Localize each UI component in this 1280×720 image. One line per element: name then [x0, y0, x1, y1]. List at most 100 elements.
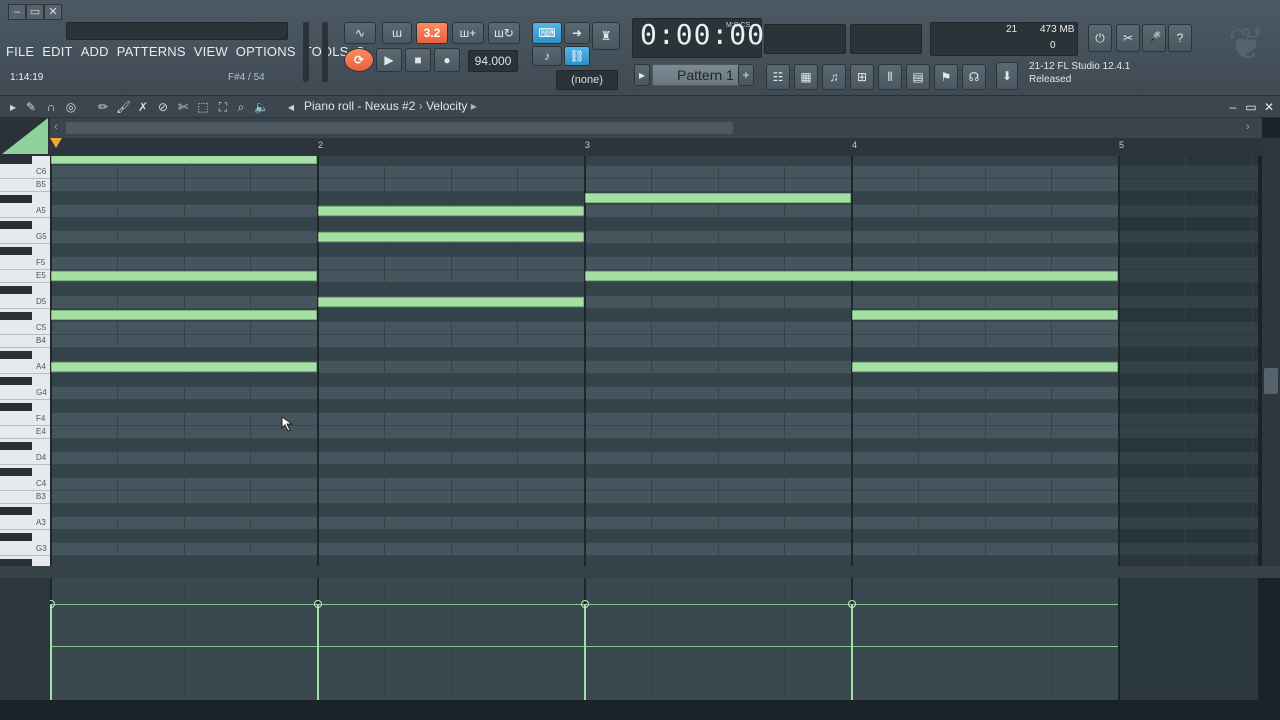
midi-note[interactable] [852, 310, 1118, 320]
pitch-lane[interactable] [50, 530, 1258, 543]
velocity-handle[interactable] [848, 600, 856, 608]
blend-icon[interactable]: ш+ [452, 22, 484, 44]
pencil-icon[interactable]: ✏ [96, 100, 110, 114]
stop-button[interactable]: ■ [405, 48, 431, 72]
pitch-lane[interactable] [50, 491, 1258, 504]
help-icon[interactable]: ? [1168, 24, 1192, 52]
menu-patterns[interactable]: PATTERNS [117, 44, 186, 62]
slice-icon[interactable]: ✄ [176, 100, 190, 114]
midi-note[interactable] [318, 297, 584, 307]
step-edit-icon[interactable]: ➜ [564, 22, 590, 44]
step-sequencer-icon[interactable]: ▦ [794, 64, 818, 90]
midi-note[interactable] [318, 232, 584, 242]
piano-keyboard[interactable]: C6 B5 A5 G5 F5 E5 D5 C5 B4 A4 G4 F4 E4 D4 C4 B3 A3 G3 [0, 156, 50, 582]
midi-note[interactable] [585, 193, 851, 203]
pitch-lane[interactable] [50, 504, 1258, 517]
mute-icon[interactable]: ⊘ [156, 100, 170, 114]
pitch-lane[interactable] [50, 322, 1258, 335]
pitch-lane[interactable] [50, 413, 1258, 426]
pitch-lane[interactable] [50, 283, 1258, 296]
wrench-icon[interactable]: ✎ [24, 100, 38, 114]
link-icon[interactable]: ⛓ [564, 46, 590, 66]
menu-options[interactable]: OPTIONS [236, 44, 296, 62]
vertical-scrollbar[interactable] [1262, 138, 1280, 568]
pitch-lane[interactable] [50, 205, 1258, 218]
pitch-lane[interactable] [50, 400, 1258, 413]
target-control[interactable]: Velocity [426, 99, 467, 113]
pitch-lane[interactable] [50, 296, 1258, 309]
pitch-lane[interactable] [50, 348, 1258, 361]
master-pitch-slider[interactable] [322, 22, 328, 82]
black-key[interactable] [0, 377, 32, 385]
menu-file[interactable]: FILE [6, 44, 34, 62]
power-icon[interactable]: ⏻ [1088, 24, 1112, 52]
velocity-lane[interactable] [50, 578, 1258, 700]
loop-icon[interactable]: ⟳ [344, 48, 374, 72]
minimize-button[interactable]: – [8, 4, 26, 20]
performance-icon[interactable]: ☊ [962, 64, 986, 90]
restore-button[interactable]: ▭ [26, 4, 44, 20]
velocity-handle[interactable] [581, 600, 589, 608]
pitch-lane[interactable] [50, 478, 1258, 491]
news-panel[interactable]: 21-12 FL Studio 12.4.1 Released [1021, 60, 1183, 92]
pitch-lane[interactable] [50, 439, 1258, 452]
black-key[interactable] [0, 533, 32, 541]
menu-edit[interactable]: EDIT [42, 44, 72, 62]
pitch-lane[interactable] [50, 179, 1258, 192]
black-key[interactable] [0, 468, 32, 476]
pr-close-button[interactable]: ✕ [1262, 100, 1276, 114]
midi-note[interactable] [318, 206, 584, 216]
velocity-handle[interactable] [50, 600, 55, 608]
microphone-icon[interactable]: 🎤 [1142, 24, 1166, 52]
pitch-lane[interactable] [50, 374, 1258, 387]
pitch-lane[interactable] [50, 231, 1258, 244]
pitch-lane[interactable] [50, 218, 1258, 231]
midi-note[interactable] [51, 156, 317, 164]
pattern-song-button[interactable]: 3.2 [416, 22, 448, 44]
zoom-icon[interactable]: ⌕ [234, 100, 248, 114]
pitch-lane[interactable] [50, 556, 1258, 566]
menu-view[interactable]: VIEW [194, 44, 228, 62]
black-key[interactable] [0, 247, 32, 255]
play-button[interactable]: ▶ [376, 48, 402, 72]
speaker-icon[interactable]: 🔈 [254, 100, 269, 114]
menu-add[interactable]: ADD [81, 44, 109, 62]
delete-icon[interactable]: ✗ [136, 100, 150, 114]
tempo-tap-icon[interactable]: ♜ [592, 22, 620, 50]
vertical-scroll-thumb[interactable] [1264, 368, 1278, 394]
velocity-bar[interactable] [50, 604, 52, 700]
fullscreen-icon[interactable]: ⛶ [216, 100, 230, 114]
select-icon[interactable]: ⬚ [196, 100, 210, 114]
playhead-marker-icon[interactable] [50, 138, 62, 148]
black-key[interactable] [0, 221, 32, 229]
velocity-bar[interactable] [851, 604, 853, 700]
typing-keyboard-icon[interactable]: ⌨ [532, 22, 562, 44]
timeline-ruler[interactable]: 2 3 4 5 [50, 138, 1262, 156]
black-key[interactable] [0, 507, 32, 515]
pitch-lane[interactable] [50, 257, 1258, 270]
midi-note[interactable] [51, 362, 317, 372]
midi-note[interactable] [51, 271, 317, 281]
brush-icon[interactable]: 🖌 [116, 100, 131, 114]
channel-rack-icon[interactable]: ▤ [906, 64, 930, 90]
record-button[interactable]: ● [434, 48, 460, 72]
plugin-icon[interactable]: ⚑ [934, 64, 958, 90]
pitch-lane[interactable] [50, 166, 1258, 179]
pitch-lane[interactable] [50, 387, 1258, 400]
horizontal-scroll-thumb[interactable] [66, 122, 733, 134]
browser-icon[interactable]: ⊞ [850, 64, 874, 90]
piano-roll-icon[interactable]: ♫ [822, 64, 846, 90]
black-key[interactable] [0, 195, 32, 203]
velocity-handle[interactable] [314, 600, 322, 608]
pitch-lane[interactable] [50, 426, 1258, 439]
black-key[interactable] [0, 156, 32, 164]
black-key[interactable] [0, 403, 32, 411]
record-icon[interactable]: ◎ [64, 100, 78, 114]
pitch-lane[interactable] [50, 517, 1258, 530]
mixer-icon[interactable]: ⫴ [878, 64, 902, 90]
black-key[interactable] [0, 442, 32, 450]
midi-note[interactable] [51, 310, 317, 320]
download-icon[interactable]: ⬇ [996, 62, 1018, 90]
black-key[interactable] [0, 286, 32, 294]
velocity-bar[interactable] [584, 604, 586, 700]
